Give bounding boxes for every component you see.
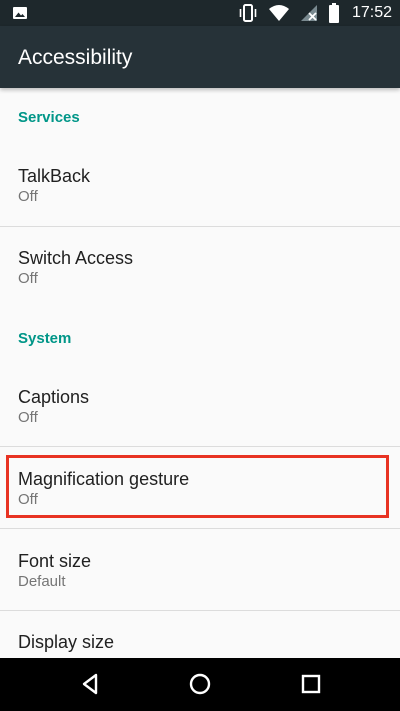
pref-summary: Off (18, 188, 38, 205)
section-header-system: System (18, 330, 72, 347)
pref-summary: Off (18, 270, 38, 287)
pref-summary: Off (18, 409, 38, 426)
recents-icon[interactable] (297, 670, 325, 698)
settings-list[interactable]: Services TalkBack Off Switch Access Off … (0, 88, 400, 658)
pref-title: Magnification gesture (18, 469, 190, 489)
section-header-services: Services (18, 109, 80, 126)
divider (0, 610, 400, 611)
home-icon[interactable] (186, 670, 214, 698)
pref-summary: Default (18, 573, 66, 590)
pref-summary: Off (18, 491, 38, 508)
divider (0, 446, 400, 447)
pref-talkback[interactable]: TalkBack Off (0, 166, 400, 248)
status-bar: 17:52 (0, 0, 400, 26)
screen: 17:52 Accessibility Services TalkBack Of… (0, 0, 400, 711)
pref-font-size[interactable]: Font size Default (0, 551, 400, 633)
nav-bar (0, 658, 400, 711)
pref-title: TalkBack (18, 166, 91, 186)
wifi-icon (268, 5, 289, 21)
back-icon[interactable] (76, 670, 104, 698)
app-bar: Accessibility (0, 26, 400, 88)
pref-title: Display size (18, 632, 115, 652)
vibrate-icon (239, 4, 257, 22)
image-icon (13, 7, 27, 19)
pref-title: Captions (18, 387, 90, 407)
pref-switch-access[interactable]: Switch Access Off (0, 248, 400, 330)
page-title: Accessibility (18, 46, 133, 69)
pref-title: Switch Access (18, 248, 134, 268)
divider (0, 528, 400, 529)
status-icons: 17:52 (238, 0, 392, 26)
battery-icon (328, 3, 339, 23)
pref-magnification-gesture[interactable]: Magnification gesture Off (0, 469, 400, 551)
status-time: 17:52 (351, 4, 392, 21)
pref-display-size[interactable]: Display size (0, 632, 400, 658)
no-signal-icon (300, 5, 317, 21)
pref-title: Font size (18, 551, 92, 571)
pref-captions[interactable]: Captions Off (0, 387, 400, 469)
divider (0, 226, 400, 227)
